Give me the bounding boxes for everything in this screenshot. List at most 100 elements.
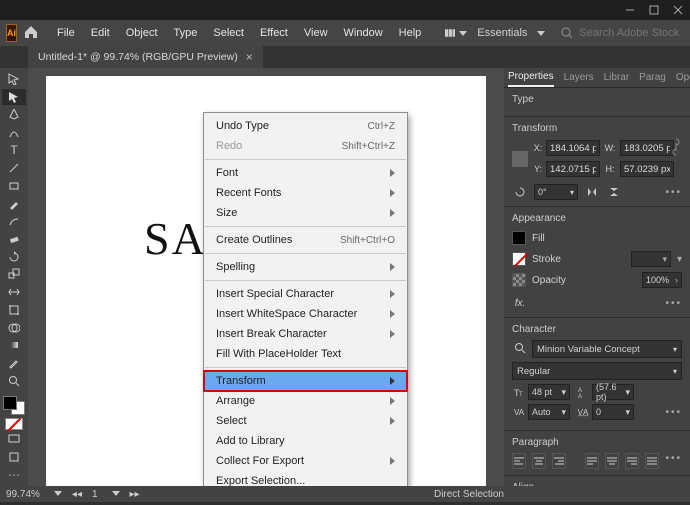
- align-center-icon[interactable]: [532, 453, 546, 469]
- kerning-input[interactable]: Auto▾: [528, 404, 570, 420]
- fill-stroke-swatch[interactable]: [3, 396, 25, 414]
- zoom-tool-icon[interactable]: [2, 372, 26, 389]
- artboard-prev-icon[interactable]: ◂◂: [72, 489, 82, 500]
- tracking-input[interactable]: 0▾: [592, 404, 634, 420]
- menu-select[interactable]: Select: [205, 24, 252, 42]
- justify-left-icon[interactable]: [585, 453, 599, 469]
- context-menu-item[interactable]: Recent Fonts: [204, 183, 407, 203]
- screen-mode-icon[interactable]: [2, 431, 26, 448]
- h-input[interactable]: [620, 161, 674, 177]
- y-input[interactable]: [546, 161, 600, 177]
- tab-layers[interactable]: Layers: [564, 69, 594, 86]
- search-box[interactable]: [555, 24, 690, 42]
- tab-paragraph[interactable]: Parag: [639, 69, 666, 86]
- context-menu-item[interactable]: Add to Library: [204, 431, 407, 451]
- opacity-swatch-icon[interactable]: [512, 273, 526, 287]
- zoom-dropdown-icon[interactable]: [50, 489, 62, 500]
- direct-selection-tool-icon[interactable]: [2, 89, 26, 106]
- artboard-dropdown-icon[interactable]: [108, 489, 120, 500]
- doc-tab[interactable]: Untitled-1* @ 99.74% (RGB/GPU Preview) ×: [28, 46, 263, 68]
- context-menu-item[interactable]: Fill With PlaceHolder Text: [204, 344, 407, 364]
- menu-edit[interactable]: Edit: [83, 24, 118, 42]
- context-menu-item[interactable]: Collect For Export: [204, 451, 407, 471]
- opacity-input[interactable]: 100%›: [642, 272, 682, 288]
- flip-h-icon[interactable]: [584, 184, 600, 200]
- text-object[interactable]: SA: [144, 212, 207, 265]
- paintbrush-tool-icon[interactable]: [2, 195, 26, 212]
- w-input[interactable]: [620, 140, 674, 156]
- menu-object[interactable]: Object: [118, 24, 166, 42]
- link-icon[interactable]: [668, 139, 684, 155]
- context-menu-item[interactable]: Size: [204, 203, 407, 223]
- shaper-tool-icon[interactable]: [2, 213, 26, 230]
- stroke-menu-icon[interactable]: ▾: [677, 254, 682, 265]
- width-tool-icon[interactable]: [2, 284, 26, 301]
- justify-all-icon[interactable]: [645, 453, 659, 469]
- more-options-icon[interactable]: •••: [665, 407, 682, 418]
- menu-view[interactable]: View: [296, 24, 336, 42]
- rectangle-tool-icon[interactable]: [2, 177, 26, 194]
- close-icon[interactable]: ×: [246, 50, 253, 64]
- justify-center-icon[interactable]: [605, 453, 619, 469]
- close-button[interactable]: [672, 4, 684, 16]
- color-none-icon[interactable]: [5, 418, 23, 430]
- justify-right-icon[interactable]: [625, 453, 639, 469]
- context-menu-item[interactable]: Select: [204, 411, 407, 431]
- zoom-level[interactable]: 99.74%: [6, 489, 40, 500]
- tab-properties[interactable]: Properties: [508, 68, 554, 87]
- more-options-icon[interactable]: •••: [665, 298, 682, 309]
- menu-effect[interactable]: Effect: [252, 24, 296, 42]
- maximize-button[interactable]: [648, 4, 660, 16]
- tab-libraries[interactable]: Librar: [604, 69, 630, 86]
- menu-help[interactable]: Help: [391, 24, 430, 42]
- font-weight-dropdown[interactable]: Regular▾: [512, 362, 682, 380]
- reference-point-icon[interactable]: [512, 151, 528, 167]
- leading-input[interactable]: (57.6 pt)▾: [592, 384, 634, 400]
- context-menu-item[interactable]: Insert WhiteSpace Character: [204, 304, 407, 324]
- align-left-icon[interactable]: [512, 453, 526, 469]
- context-menu-item[interactable]: Font: [204, 163, 407, 183]
- align-right-icon[interactable]: [552, 453, 566, 469]
- menu-file[interactable]: File: [49, 24, 83, 42]
- free-transform-tool-icon[interactable]: [2, 302, 26, 319]
- home-icon[interactable]: [23, 24, 39, 42]
- draw-mode-icon[interactable]: [2, 448, 26, 465]
- scale-tool-icon[interactable]: [2, 266, 26, 283]
- menu-window[interactable]: Window: [336, 24, 391, 42]
- type-tool-icon[interactable]: T: [2, 142, 26, 159]
- fill-swatch-icon[interactable]: [512, 231, 526, 245]
- search-input[interactable]: [579, 27, 690, 39]
- eraser-tool-icon[interactable]: [2, 231, 26, 248]
- curvature-tool-icon[interactable]: [2, 124, 26, 141]
- arrange-documents-icon[interactable]: [445, 25, 467, 41]
- artboard-nav[interactable]: 1: [92, 489, 98, 500]
- context-menu-item[interactable]: Arrange: [204, 391, 407, 411]
- x-input[interactable]: [546, 140, 600, 156]
- edit-toolbar-icon[interactable]: ⋯: [2, 466, 26, 483]
- context-menu-item[interactable]: Insert Break Character: [204, 324, 407, 344]
- pen-tool-icon[interactable]: [2, 106, 26, 123]
- stroke-weight-input[interactable]: ▾: [631, 251, 671, 267]
- more-options-icon[interactable]: •••: [665, 187, 682, 198]
- tab-opentype[interactable]: Open: [676, 69, 690, 86]
- more-options-icon[interactable]: •••: [665, 453, 682, 469]
- menu-type[interactable]: Type: [166, 24, 206, 42]
- rotate-tool-icon[interactable]: [2, 248, 26, 265]
- find-font-icon[interactable]: [512, 340, 528, 356]
- selection-tool-icon[interactable]: [2, 71, 26, 88]
- stroke-swatch-icon[interactable]: [512, 252, 526, 266]
- minimize-button[interactable]: [624, 4, 636, 16]
- font-size-input[interactable]: 48 pt▾: [528, 384, 570, 400]
- flip-v-icon[interactable]: [606, 184, 622, 200]
- gradient-tool-icon[interactable]: [2, 337, 26, 354]
- context-menu-item[interactable]: Insert Special Character: [204, 284, 407, 304]
- rotate-input[interactable]: 0°▾: [534, 184, 578, 200]
- shape-builder-tool-icon[interactable]: [2, 319, 26, 336]
- line-tool-icon[interactable]: [2, 160, 26, 177]
- context-menu-item[interactable]: Transform: [204, 371, 407, 391]
- context-menu-item[interactable]: Undo TypeCtrl+Z: [204, 116, 407, 136]
- font-family-dropdown[interactable]: Minion Variable Concept▾: [532, 340, 682, 358]
- eyedropper-tool-icon[interactable]: [2, 355, 26, 372]
- context-menu-item[interactable]: Create OutlinesShift+Ctrl+O: [204, 230, 407, 250]
- workspace-switcher[interactable]: Essentials: [469, 24, 553, 42]
